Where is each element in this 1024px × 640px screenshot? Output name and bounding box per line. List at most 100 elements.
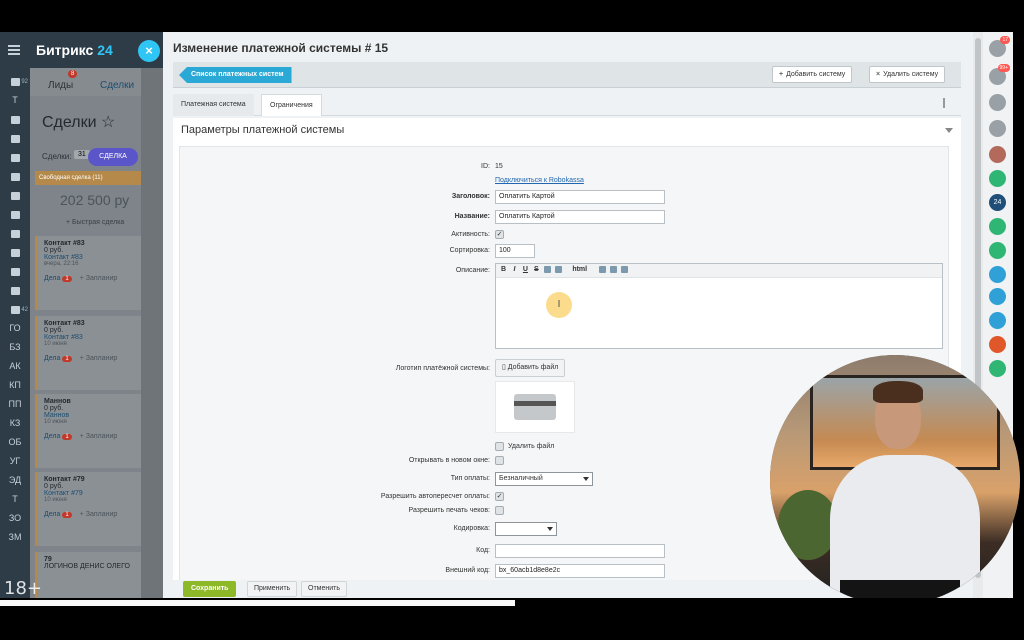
html-button[interactable]: html	[571, 264, 589, 276]
add-file-button[interactable]: ▯ Добавить файл	[495, 359, 566, 377]
group3-icon[interactable]	[989, 312, 1006, 329]
underline-button[interactable]: U	[521, 264, 530, 276]
apply-button[interactable]: Применить	[247, 581, 298, 597]
chat-icon[interactable]	[989, 94, 1006, 111]
quick-deal-link[interactable]: + Быстрая сделка	[66, 219, 124, 226]
deal-card-contact[interactable]: Контакт #79	[44, 490, 149, 497]
app-logo[interactable]: Битрикс 24	[36, 42, 113, 58]
left-nav-item[interactable]: Т	[0, 91, 30, 110]
description-editor[interactable]: B I U S html I	[495, 263, 943, 349]
font-icon[interactable]	[609, 265, 617, 273]
contact-icon[interactable]	[989, 170, 1006, 187]
delete-file-label: Удалить файл	[508, 443, 555, 450]
tab-leads[interactable]: Лиды	[48, 80, 73, 91]
notifications-icon[interactable]: 99+	[989, 64, 1010, 85]
left-nav-item[interactable]	[0, 243, 30, 262]
deal-card-contact[interactable]: Маннов	[44, 412, 149, 419]
left-nav-item[interactable]	[0, 186, 30, 205]
phone-icon[interactable]	[989, 242, 1006, 259]
search-icon[interactable]	[989, 120, 1006, 137]
save-button[interactable]: Сохранить	[183, 581, 237, 597]
copy-icon[interactable]	[598, 265, 606, 273]
left-nav-item[interactable]: ЗМ	[0, 528, 30, 547]
code-input[interactable]	[495, 544, 665, 558]
deal-card[interactable]: Контакт #79 0 руб. Контакт #79 10 июня Дела …	[35, 472, 155, 546]
left-nav-item[interactable]	[0, 110, 30, 129]
image-icon[interactable]	[554, 265, 562, 273]
add-system-button[interactable]: + Добавить систему	[772, 66, 853, 83]
left-nav-item[interactable]	[0, 205, 30, 224]
deal-card-activities[interactable]: Дела 1 + Запланир	[44, 355, 149, 362]
left-nav-item[interactable]	[0, 167, 30, 186]
group1-icon[interactable]	[989, 266, 1006, 283]
tab-restrictions[interactable]: Ограничения	[261, 94, 322, 116]
pin-icon[interactable]	[943, 98, 949, 108]
left-nav-item[interactable]: ЭД	[0, 471, 30, 490]
deal-card-contact[interactable]: Контакт #83	[44, 334, 149, 341]
auto-recalc-checkbox[interactable]: ✓	[495, 492, 504, 501]
tab-deals[interactable]: Сделки	[100, 80, 134, 91]
deal-card-activities[interactable]: Дела 1 + Запланир	[44, 275, 149, 282]
collapse-icon[interactable]	[945, 128, 953, 133]
left-nav-item[interactable]	[0, 262, 30, 281]
left-nav-item[interactable]	[0, 281, 30, 300]
menu-icon[interactable]	[8, 45, 20, 55]
close-slider-button[interactable]: ×	[138, 40, 160, 62]
header-input[interactable]: Оплатить Картой	[495, 190, 665, 204]
left-nav-item[interactable]: ЗО	[0, 509, 30, 528]
delete-system-button[interactable]: × Удалить систему	[869, 66, 946, 83]
left-nav-item[interactable]: Т	[0, 490, 30, 509]
deal-card[interactable]: Контакт #83 0 руб. Контакт #83 10 июня Дела …	[35, 316, 155, 390]
left-nav-item[interactable]: УГ	[0, 452, 30, 471]
left-nav-item[interactable]: ГО	[0, 319, 30, 338]
left-nav-item[interactable]: 42	[0, 300, 30, 319]
red-contact-icon[interactable]	[989, 336, 1006, 353]
plan-activity-link[interactable]: + Запланир	[80, 433, 118, 440]
help-icon[interactable]: 17	[989, 36, 1010, 57]
left-nav-label: ЗО	[8, 513, 22, 523]
delete-file-checkbox[interactable]	[495, 442, 504, 451]
left-nav-item[interactable]: 92	[0, 72, 30, 91]
deal-card[interactable]: Маннов 0 руб. Маннов 10 июня Дела 1 + Заплани…	[35, 394, 155, 468]
tab-payment-system[interactable]: Платежная система	[173, 94, 254, 116]
encoding-select[interactable]	[495, 522, 557, 536]
active-checkbox[interactable]: ✓	[495, 230, 504, 239]
link-icon[interactable]	[543, 265, 551, 273]
cancel-button[interactable]: Отменить	[301, 581, 347, 597]
group2-icon[interactable]	[989, 288, 1006, 305]
plan-activity-link[interactable]: + Запланир	[80, 355, 118, 362]
left-nav-item[interactable]	[0, 148, 30, 167]
robokassa-link[interactable]: Подключиться к Robokassa	[495, 177, 584, 184]
deal-card-activities[interactable]: Дела 1 + Запланир	[44, 433, 149, 440]
payment-systems-list-button[interactable]: Список платежных систем	[179, 67, 292, 83]
ext-code-input[interactable]: bx_60acb1d8e8e2c	[495, 564, 665, 578]
left-nav-item[interactable]: ПП	[0, 395, 30, 414]
new-window-checkbox[interactable]	[495, 456, 504, 465]
left-nav-item[interactable]: КП	[0, 376, 30, 395]
plan-activity-link[interactable]: + Запланир	[80, 275, 118, 282]
left-nav-item[interactable]	[0, 224, 30, 243]
italic-button[interactable]: I	[510, 264, 519, 276]
deal-card[interactable]: Контакт #83 0 руб. Контакт #83 вчера, 22:16…	[35, 236, 155, 310]
left-nav-item[interactable]: КЗ	[0, 414, 30, 433]
table-icon[interactable]	[620, 265, 628, 273]
b24-icon[interactable]: 24	[989, 194, 1006, 211]
name-input[interactable]: Оплатить Картой	[495, 210, 665, 224]
user-icon[interactable]	[989, 146, 1006, 163]
left-nav-item[interactable]: АК	[0, 357, 30, 376]
deal-card[interactable]: 79 ЛОГИНОВ ДЕНИС ОЛЕГО	[35, 552, 155, 598]
left-nav-item[interactable]: БЗ	[0, 338, 30, 357]
pay-type-select[interactable]: Безналичный	[495, 472, 593, 486]
contact2-icon[interactable]	[989, 218, 1006, 235]
strike-button[interactable]: S	[532, 264, 541, 276]
deal-button[interactable]: СДЕЛКА	[88, 148, 138, 166]
plan-activity-link[interactable]: + Запланир	[80, 511, 118, 518]
deal-card-activities[interactable]: Дела 1 + Запланир	[44, 511, 149, 518]
video-progress-bar[interactable]	[0, 600, 515, 606]
left-nav-item[interactable]: ОБ	[0, 433, 30, 452]
print-check-checkbox[interactable]	[495, 506, 504, 515]
left-nav-item[interactable]	[0, 129, 30, 148]
deal-card-contact[interactable]: Контакт #83	[44, 254, 149, 261]
bold-button[interactable]: B	[499, 264, 508, 276]
sort-input[interactable]: 100	[495, 244, 535, 258]
